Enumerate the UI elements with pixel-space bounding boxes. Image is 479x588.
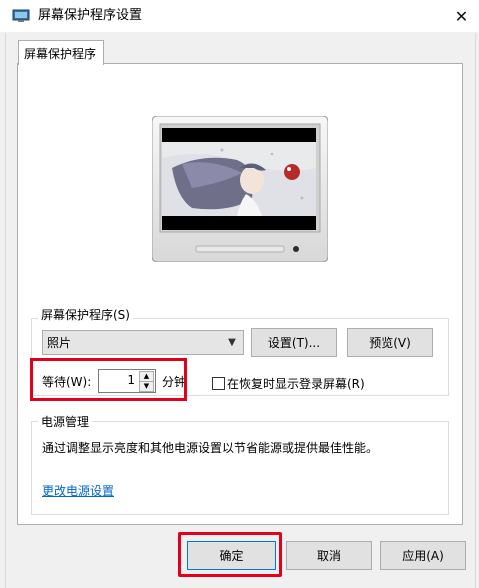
power-description: 通过调整显示亮度和其他电源设置以节省能源或提供最佳性能。 [42, 441, 379, 455]
settings-button[interactable]: 设置(T)... [251, 328, 337, 357]
apply-button[interactable]: 应用(A) [380, 541, 466, 570]
title-bar[interactable]: 屏幕保护程序设置 ✕ [0, 0, 479, 32]
screensaver-selected-value: 照片 [47, 336, 72, 350]
cancel-button[interactable]: 取消 [286, 541, 372, 570]
anime-girl-image [162, 128, 316, 230]
close-icon: ✕ [454, 6, 469, 26]
change-power-settings-link[interactable]: 更改电源设置 [42, 482, 114, 499]
chevron-down-icon[interactable]: ▼ [223, 332, 241, 352]
screensaver-app-icon [12, 9, 30, 22]
power-groupbox [31, 421, 449, 515]
window-title: 屏幕保护程序设置 [38, 8, 143, 23]
preview-button[interactable]: 预览(V) [347, 328, 433, 357]
screensaver-select[interactable]: 照片 ▼ [42, 330, 244, 355]
wait-highlight-box [30, 358, 187, 401]
screensaver-group-label: 屏幕保护程序(S) [38, 306, 133, 323]
power-group-label: 电源管理 [38, 413, 93, 430]
resume-login-checkbox[interactable] [212, 377, 225, 390]
close-button[interactable]: ✕ [444, 0, 479, 32]
screensaver-preview-image [162, 128, 316, 230]
tab-label: 屏幕保护程序 [24, 47, 97, 61]
ok-highlight-box [178, 532, 282, 577]
resume-login-label[interactable]: 在恢复时显示登录屏幕(R) [227, 375, 365, 392]
tab-screensaver[interactable]: 屏幕保护程序 [18, 40, 104, 65]
